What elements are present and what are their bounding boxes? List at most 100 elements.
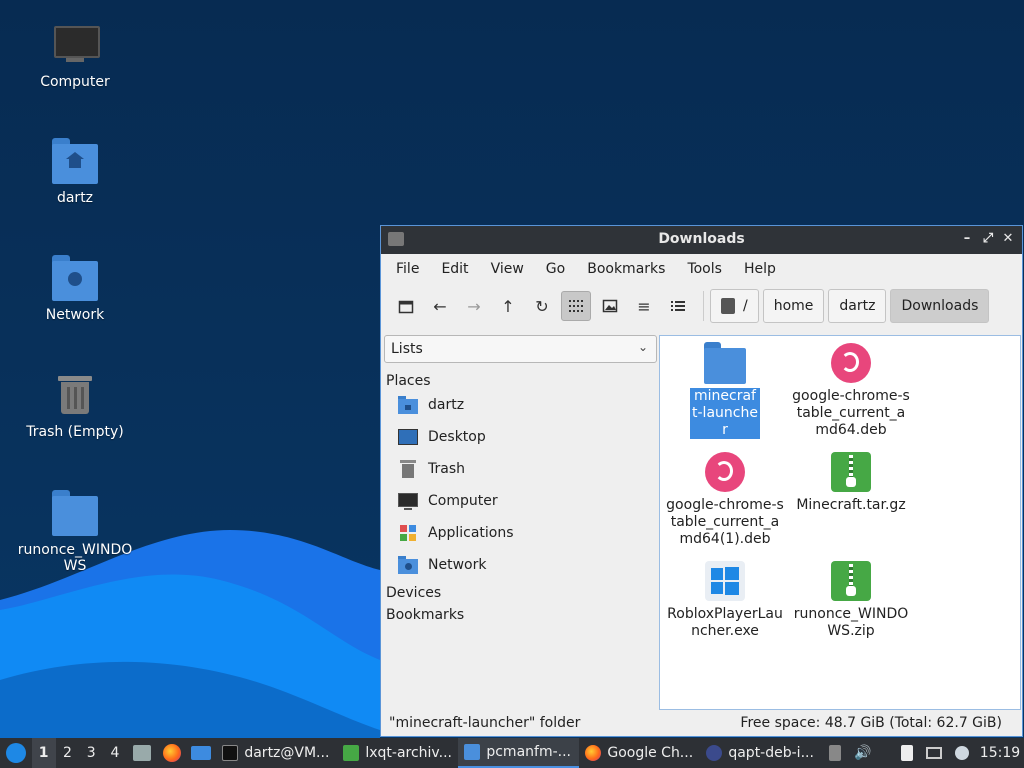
- list-icon: ≡: [637, 296, 651, 316]
- file-item-minecraft-launcher[interactable]: minecraft-launcher: [662, 342, 788, 439]
- tray-notification[interactable]: [948, 738, 976, 768]
- path-home-button[interactable]: home: [762, 289, 825, 323]
- minimize-icon[interactable]: –: [958, 230, 976, 248]
- menu-edit[interactable]: Edit: [430, 261, 479, 277]
- new-tab-button[interactable]: [391, 291, 421, 321]
- place-trash[interactable]: Trash: [384, 453, 657, 485]
- chevron-down-icon: ⌄: [637, 340, 648, 354]
- desktop-icon-computer[interactable]: Computer: [10, 22, 140, 90]
- places-header: Places: [386, 373, 431, 389]
- trash-icon: [52, 372, 98, 418]
- arrow-up-icon: ↑: [501, 296, 515, 316]
- menu-go[interactable]: Go: [535, 261, 576, 277]
- desktop-icon-dartz[interactable]: dartz: [10, 138, 140, 206]
- side-pane-selector[interactable]: Lists ⌄: [384, 335, 657, 363]
- tray-spacer: [877, 738, 893, 768]
- network-folder-icon: [52, 255, 98, 301]
- quicklaunch-firefox[interactable]: [157, 738, 187, 768]
- file-item-minecraft-tar[interactable]: Minecraft.tar.gz: [788, 451, 914, 514]
- file-icon-view[interactable]: minecraft-launcher google-chrome-stable_…: [659, 335, 1021, 710]
- task-qapt-deb-installer[interactable]: qapt-deb-i...: [700, 738, 821, 768]
- menu-bar: File Edit View Go Bookmarks Tools Help: [381, 254, 1022, 284]
- devices-header[interactable]: Devices: [384, 585, 657, 601]
- menu-bookmarks[interactable]: Bookmarks: [576, 261, 676, 277]
- menu-tools[interactable]: Tools: [676, 261, 733, 277]
- back-button[interactable]: ←: [425, 291, 455, 321]
- windows-exe-icon: [704, 560, 746, 602]
- clock[interactable]: 15:19: [976, 738, 1024, 768]
- place-dartz[interactable]: dartz: [384, 389, 657, 421]
- task-terminal[interactable]: dartz@VM...: [216, 738, 337, 768]
- tray-updates[interactable]: [821, 738, 849, 768]
- file-item-chrome-deb[interactable]: google-chrome-stable_current_amd64.deb: [788, 342, 914, 439]
- compact-view-button[interactable]: ≡: [629, 291, 659, 321]
- archive-icon: [830, 451, 872, 493]
- place-label: dartz: [428, 397, 465, 413]
- menu-view[interactable]: View: [480, 261, 535, 277]
- desktop-icon: [398, 428, 418, 446]
- desktop-switch-1[interactable]: 1: [31, 738, 56, 768]
- folder-icon: [704, 342, 746, 384]
- archive-icon: [343, 745, 360, 761]
- folder-icon: [464, 744, 481, 760]
- quicklaunch-desktop[interactable]: [187, 738, 217, 768]
- desktop-switch-4[interactable]: 4: [103, 738, 127, 768]
- place-computer[interactable]: Computer: [384, 485, 657, 517]
- desktop-icon-runonce[interactable]: runonce_WINDOWS: [10, 490, 140, 574]
- icon-view-button[interactable]: [561, 291, 591, 321]
- place-label: Network: [428, 557, 487, 573]
- place-label: Computer: [428, 493, 498, 509]
- new-tab-icon: [398, 300, 414, 314]
- arrow-left-icon: ←: [433, 296, 447, 316]
- desktop-switch-2[interactable]: 2: [56, 738, 80, 768]
- file-item-roblox-exe[interactable]: RobloxPlayerLauncher.exe: [662, 560, 788, 640]
- toolbar: ← → ↑ ↻ ≡ / home dartz Downloads: [381, 284, 1022, 328]
- desktop-icon-label: Trash (Empty): [26, 424, 124, 440]
- desktop-icon-network[interactable]: Network: [10, 255, 140, 323]
- file-item-runonce-zip[interactable]: runonce_WINDOWS.zip: [788, 560, 914, 640]
- bookmarks-header[interactable]: Bookmarks: [384, 607, 657, 623]
- menu-file[interactable]: File: [385, 261, 430, 277]
- start-menu-button[interactable]: [0, 738, 32, 768]
- network-icon: [926, 747, 943, 759]
- path-downloads-button[interactable]: Downloads: [890, 289, 990, 323]
- task-pcmanfm[interactable]: pcmanfm-...: [458, 738, 580, 768]
- place-label: Trash: [428, 461, 465, 477]
- task-archiver[interactable]: lxqt-archiv...: [337, 738, 458, 768]
- close-icon[interactable]: ✕: [999, 230, 1017, 248]
- file-name: Minecraft.tar.gz: [796, 497, 906, 513]
- tray-clipboard[interactable]: [893, 738, 921, 768]
- file-manager-window: Downloads – ⤢ ✕ File Edit View Go Bookma…: [380, 225, 1023, 737]
- menu-help[interactable]: Help: [733, 261, 787, 277]
- tray-network[interactable]: [920, 738, 948, 768]
- task-google-chrome[interactable]: Google Ch...: [579, 738, 700, 768]
- file-name: minecraft-launcher: [690, 388, 760, 439]
- monitor-icon: [52, 22, 100, 68]
- path-root-button[interactable]: /: [710, 289, 759, 323]
- drive-icon: [721, 298, 735, 314]
- desktop-switch-3[interactable]: 3: [79, 738, 103, 768]
- monitor-icon: [398, 492, 418, 510]
- place-applications[interactable]: Applications: [384, 517, 657, 549]
- updates-icon: [829, 745, 842, 761]
- desktop-icon-trash[interactable]: Trash (Empty): [10, 372, 140, 440]
- firefox-icon: [162, 744, 181, 762]
- quicklaunch-archiver[interactable]: [127, 738, 157, 768]
- path-dartz-button[interactable]: dartz: [828, 289, 887, 323]
- window-titlebar[interactable]: Downloads – ⤢ ✕: [381, 226, 1022, 254]
- place-network[interactable]: Network: [384, 549, 657, 581]
- file-item-chrome-deb-1[interactable]: google-chrome-stable_current_amd64(1).de…: [662, 451, 788, 548]
- tray-volume[interactable]: 🔊: [849, 738, 877, 768]
- reload-button[interactable]: ↻: [527, 291, 557, 321]
- up-button[interactable]: ↑: [493, 291, 523, 321]
- maximize-icon[interactable]: ⤢: [979, 230, 997, 248]
- image-icon: [602, 299, 618, 313]
- info-icon: [955, 746, 970, 760]
- place-desktop[interactable]: Desktop: [384, 421, 657, 453]
- detailed-view-button[interactable]: [663, 291, 693, 321]
- path-segment-root: /: [743, 298, 748, 314]
- thumbnail-view-button[interactable]: [595, 291, 625, 321]
- volume-icon: 🔊: [854, 745, 872, 761]
- forward-button[interactable]: →: [459, 291, 489, 321]
- side-pane: Lists ⌄ Places dartz Desktop Trash Compu…: [384, 335, 657, 710]
